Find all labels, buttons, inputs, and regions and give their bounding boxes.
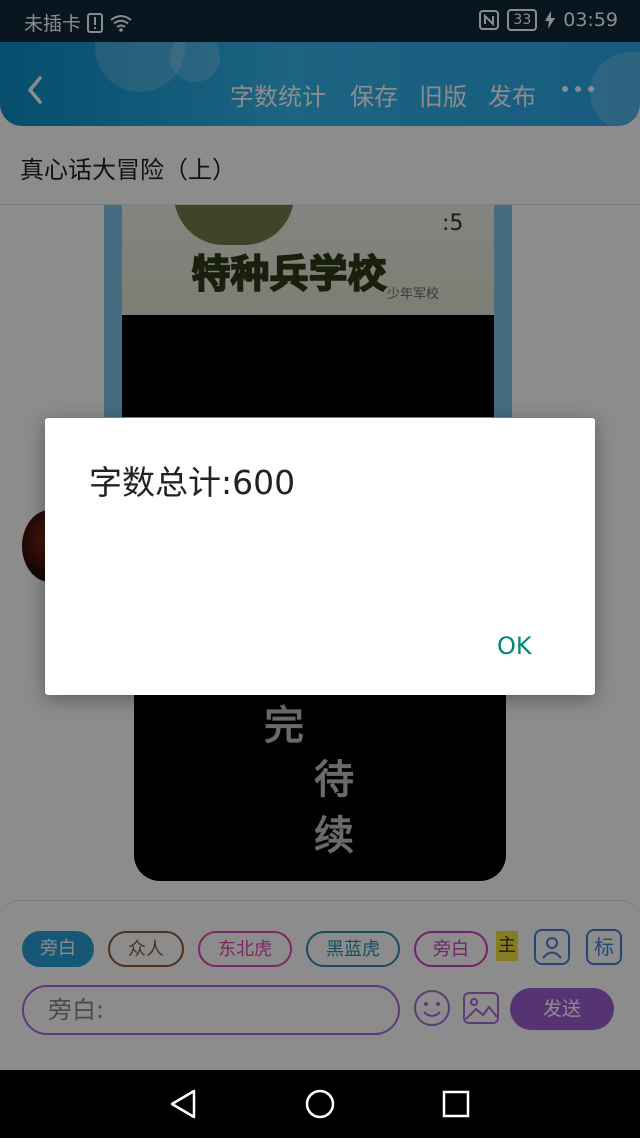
nav-recents-icon[interactable] bbox=[441, 1089, 471, 1119]
word-count-dialog: 字数总计:600 OK bbox=[45, 418, 595, 695]
system-nav-bar bbox=[0, 1070, 640, 1138]
nav-back-icon[interactable] bbox=[168, 1088, 198, 1120]
nav-home-icon[interactable] bbox=[304, 1088, 336, 1120]
dialog-message: 字数总计:600 bbox=[89, 463, 296, 502]
ok-button[interactable]: OK bbox=[497, 632, 532, 660]
